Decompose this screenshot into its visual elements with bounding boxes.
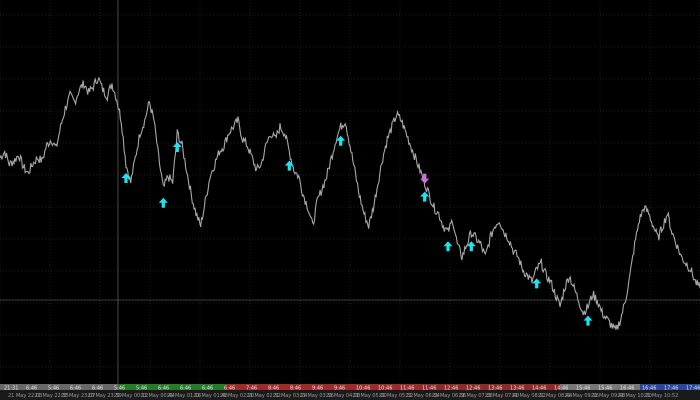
upper-tick-label: 15:46	[576, 386, 590, 392]
upper-tick-label: 5:46	[136, 386, 147, 392]
upper-tick-label: 5:46	[114, 386, 125, 392]
upper-tick-label: 21:31	[4, 386, 18, 392]
upper-tick-label: 6:46	[202, 386, 213, 392]
upper-tick-label: 11:46	[400, 386, 414, 392]
upper-tick-label: 7:46	[246, 386, 257, 392]
upper-tick-label: 16:46	[642, 386, 656, 392]
upper-tick-label: 6:46	[158, 386, 169, 392]
upper-tick-label: 6:46	[224, 386, 235, 392]
upper-tick-label: 17:46	[664, 386, 678, 392]
upper-tick-label: 9:46	[334, 386, 345, 392]
upper-tick-label: 14:46	[532, 386, 546, 392]
upper-tick-label: 12:46	[444, 386, 458, 392]
upper-tick-label: 11:46	[422, 386, 436, 392]
buy-arrow-icon	[158, 197, 168, 208]
upper-tick-label: 10:46	[378, 386, 392, 392]
buy-arrow-icon	[532, 278, 542, 289]
buy-arrow-icon	[420, 191, 430, 202]
upper-tick-label: 6:46	[92, 386, 103, 392]
buy-arrow-icon	[121, 173, 131, 183]
upper-tick-label: 13:46	[488, 386, 502, 392]
upper-tick-label: 13:46	[510, 386, 524, 392]
upper-tick-label: 8:46	[290, 386, 301, 392]
upper-tick-label: 12:46	[466, 386, 480, 392]
upper-tick-label: 8:46	[268, 386, 279, 392]
upper-tick-label: 6:46	[180, 386, 191, 392]
upper-tick-label: 10:46	[356, 386, 370, 392]
buy-arrow-icon	[583, 315, 593, 326]
upper-tick-label: 6:46	[70, 386, 81, 392]
sell-arrow-icon	[420, 173, 430, 184]
x-tick-label: 21 May 10:52	[644, 393, 678, 399]
upper-tick-label: 14:46	[554, 386, 568, 392]
buy-arrow-icon	[443, 241, 453, 252]
upper-tick-label: 5:46	[48, 386, 59, 392]
buy-arrow-icon	[172, 142, 182, 152]
upper-tick-label: 16:46	[620, 386, 634, 392]
price-chart: 21:31 6:46 5:46 6:46 6:46 5:46 5:46 6:46 6:46 6:4…	[0, 0, 700, 400]
upper-tick-label: 9:46	[312, 386, 323, 392]
upper-tick-label: 6:46	[26, 386, 37, 392]
buy-arrow-icon	[284, 160, 294, 171]
time-axis: 21:31 6:46 5:46 6:46 6:46 5:46 5:46 6:46 6:46 6:4…	[0, 384, 700, 400]
signals	[121, 135, 593, 326]
upper-tick-label: 17:46	[686, 386, 700, 392]
grid	[0, 0, 700, 384]
upper-tick-label: 15:46	[598, 386, 612, 392]
